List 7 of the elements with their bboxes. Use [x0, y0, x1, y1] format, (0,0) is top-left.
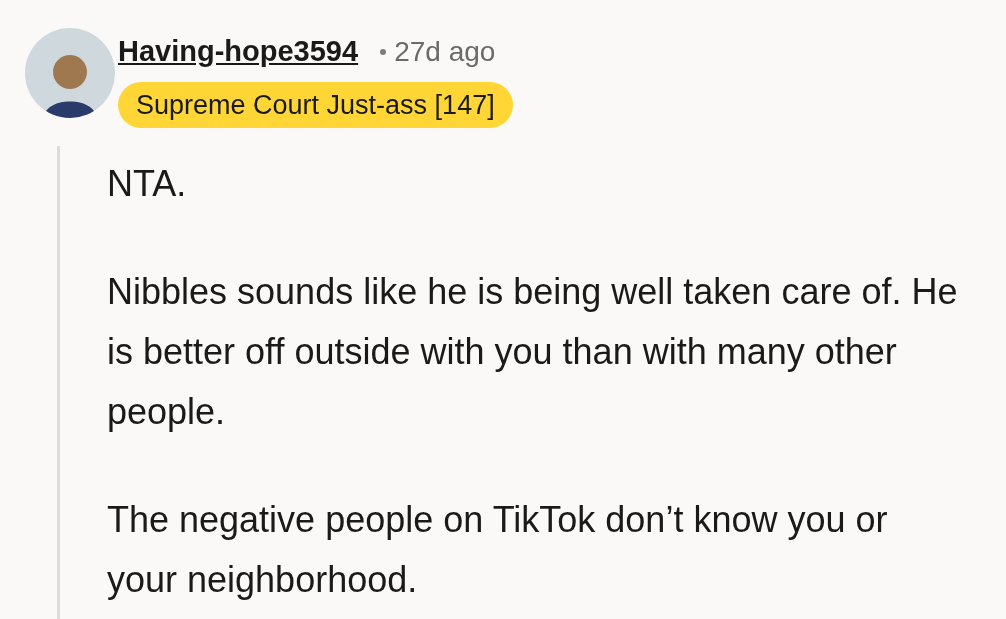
timestamp: 27d ago — [394, 35, 496, 69]
comment-paragraph: NTA. — [107, 162, 188, 206]
bullet-icon — [380, 48, 387, 55]
user-flair: Supreme Court Just-ass [147] — [118, 81, 513, 128]
comment-paragraph: The negative people on TikTok don’t know you or your neighborhood. — [107, 498, 889, 602]
comment-paragraph: Nibbles sounds like he is being well taken care of. He is better off outside with you than with many other people. — [107, 270, 959, 434]
username-link[interactable]: Having-hope3594 — [118, 30, 359, 74]
